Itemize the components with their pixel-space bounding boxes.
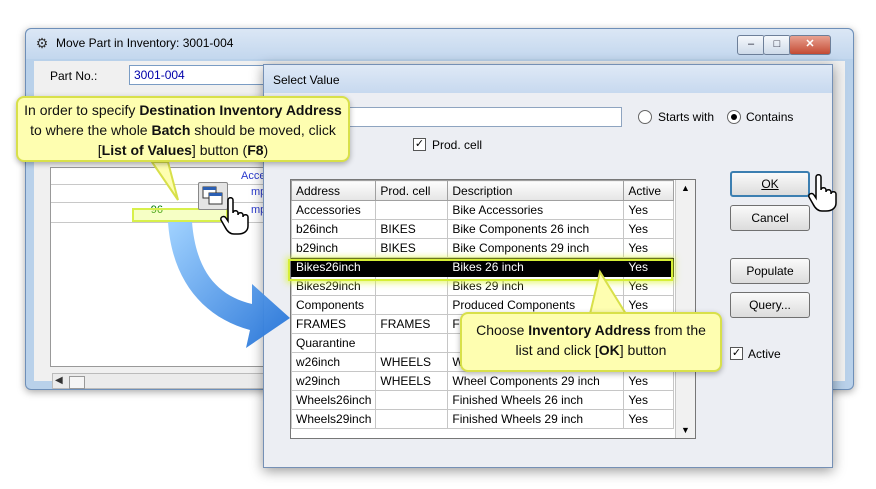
cell-description: Bike Accessories bbox=[447, 200, 625, 220]
cancel-button[interactable]: Cancel bbox=[730, 205, 810, 231]
cell-address: b26inch bbox=[290, 219, 377, 239]
cell-description: Wheel Components 29 inch bbox=[447, 371, 625, 391]
cell-prod-cell bbox=[375, 295, 449, 315]
callout-emphasis: Inventory Address bbox=[528, 322, 651, 338]
prod-cell-label: Prod. cell bbox=[432, 138, 483, 152]
table-row[interactable]: b29inch BIKES Bike Components 29 inch Yes bbox=[290, 238, 675, 258]
search-input[interactable] bbox=[340, 107, 622, 127]
app-icon: ⚙ bbox=[35, 35, 49, 51]
cell-active: Yes bbox=[623, 409, 675, 429]
ok-button[interactable]: OK bbox=[730, 171, 810, 197]
cell-description: Bike Components 26 inch bbox=[447, 219, 625, 239]
values-table: Address Prod. cell Description Active Ac… bbox=[290, 180, 675, 429]
starts-with-label: Starts with bbox=[658, 110, 715, 124]
cell-prod-cell: BIKES bbox=[375, 219, 449, 239]
cell-address: Quarantine bbox=[290, 333, 377, 353]
cell-address: Components bbox=[290, 295, 377, 315]
cell-prod-cell: WHEELS bbox=[375, 371, 449, 391]
close-button[interactable]: ✕ bbox=[789, 35, 831, 55]
field-highlight bbox=[132, 208, 228, 222]
cell-active: Yes bbox=[623, 390, 675, 410]
minimize-button[interactable]: – bbox=[737, 35, 765, 55]
cell-active: Yes bbox=[623, 200, 675, 220]
table-row[interactable]: Accessories Bike Accessories Yes bbox=[290, 200, 675, 220]
query-button-label: Query... bbox=[749, 298, 791, 312]
cell-prod-cell: WHEELS bbox=[375, 352, 449, 372]
callout-text: to where the whole bbox=[30, 122, 152, 138]
contains-radio[interactable] bbox=[727, 110, 741, 124]
cell-prod-cell bbox=[375, 200, 449, 220]
scroll-down-icon[interactable]: ▼ bbox=[681, 425, 690, 435]
column-header-active[interactable]: Active bbox=[623, 180, 675, 201]
cell-active: Yes bbox=[623, 371, 675, 391]
instruction-callout: Choose Inventory Address from the list a… bbox=[460, 312, 722, 372]
prod-cell-checkbox[interactable]: ✓ bbox=[413, 138, 426, 151]
callout-text: ] button bbox=[619, 342, 667, 358]
callout-emphasis: Destination Inventory Address bbox=[139, 102, 342, 118]
cell-address: FRAMES bbox=[290, 314, 377, 334]
callout-emphasis: OK bbox=[598, 342, 620, 358]
callout-emphasis: Batch bbox=[151, 122, 191, 138]
scroll-thumb[interactable] bbox=[69, 376, 85, 389]
instruction-callout: In order to specify Destination Inventor… bbox=[16, 96, 350, 162]
dialog-title: Select Value bbox=[273, 73, 340, 87]
table-header-row: Address Prod. cell Description Active bbox=[290, 180, 675, 201]
cell-prod-cell bbox=[375, 333, 449, 353]
grid-line bbox=[51, 184, 271, 185]
active-label: Active bbox=[748, 347, 781, 361]
pointing-hand-icon bbox=[808, 174, 837, 212]
query-button[interactable]: Query... bbox=[730, 292, 810, 318]
pointing-hand-icon bbox=[220, 197, 249, 235]
populate-button-label: Populate bbox=[746, 264, 794, 278]
cell-prod-cell bbox=[375, 409, 449, 429]
cell-address: Wheels29inch bbox=[290, 409, 377, 429]
active-checkbox[interactable]: ✓ bbox=[730, 347, 743, 360]
part-no-label: Part No.: bbox=[50, 69, 98, 83]
populate-button[interactable]: Populate bbox=[730, 258, 810, 284]
column-header-prod-cell[interactable]: Prod. cell bbox=[375, 180, 449, 201]
table-row[interactable]: Wheels26inch Finished Wheels 26 inch Yes bbox=[290, 390, 675, 410]
table-row[interactable]: w29inch WHEELS Wheel Components 29 inch Yes bbox=[290, 371, 675, 391]
values-list[interactable]: Address Prod. cell Description Active Ac… bbox=[290, 179, 696, 439]
selected-row-highlight bbox=[288, 259, 673, 281]
maximize-button[interactable]: □ bbox=[763, 35, 791, 55]
cell-address: Wheels26inch bbox=[290, 390, 377, 410]
callout-text: ] button ( bbox=[191, 142, 248, 158]
cell-address: Accessories bbox=[290, 200, 377, 220]
window-title-bar: ⚙ Move Part in Inventory: 3001-004 – □ ✕ bbox=[26, 29, 853, 59]
column-header-description[interactable]: Description bbox=[447, 180, 625, 201]
cell-prod-cell bbox=[375, 390, 449, 410]
scroll-up-icon[interactable]: ▲ bbox=[681, 183, 690, 193]
callout-text: Choose bbox=[476, 322, 529, 338]
dialog-title-bar: Select Value bbox=[264, 65, 832, 93]
callout-text: ) bbox=[263, 142, 269, 158]
cell-address: b29inch bbox=[290, 238, 377, 258]
cell-description: Finished Wheels 26 inch bbox=[447, 390, 625, 410]
cell-active: Yes bbox=[623, 219, 675, 239]
callout-emphasis: F8 bbox=[247, 142, 264, 158]
table-row[interactable]: Wheels29inch Finished Wheels 29 inch Yes bbox=[290, 409, 675, 429]
contains-label: Contains bbox=[746, 110, 794, 124]
cell-description: Bike Components 29 inch bbox=[447, 238, 625, 258]
column-header-address[interactable]: Address bbox=[290, 180, 377, 201]
horizontal-scrollbar[interactable]: ◀ bbox=[52, 373, 267, 389]
cell-prod-cell: BIKES bbox=[375, 238, 449, 258]
table-row[interactable]: b26inch BIKES Bike Components 26 inch Yes bbox=[290, 219, 675, 239]
window-title: Move Part in Inventory: 3001-004 bbox=[56, 36, 234, 50]
cell-address: w26inch bbox=[290, 352, 377, 372]
cell-prod-cell: FRAMES bbox=[375, 314, 449, 334]
scroll-left-icon[interactable]: ◀ bbox=[55, 375, 63, 386]
cancel-button-label: Cancel bbox=[751, 211, 789, 225]
cell-description: Finished Wheels 29 inch bbox=[447, 409, 625, 429]
callout-text: In order to specify bbox=[24, 102, 140, 118]
cell-address: w29inch bbox=[290, 371, 377, 391]
part-no-field[interactable]: 3001-004 bbox=[129, 65, 279, 85]
ok-button-label: OK bbox=[761, 177, 779, 191]
callout-emphasis: List of Values bbox=[101, 142, 192, 158]
cell-active: Yes bbox=[623, 238, 675, 258]
vertical-scrollbar[interactable]: ▲ ▼ bbox=[675, 180, 695, 438]
starts-with-radio[interactable] bbox=[638, 110, 652, 124]
